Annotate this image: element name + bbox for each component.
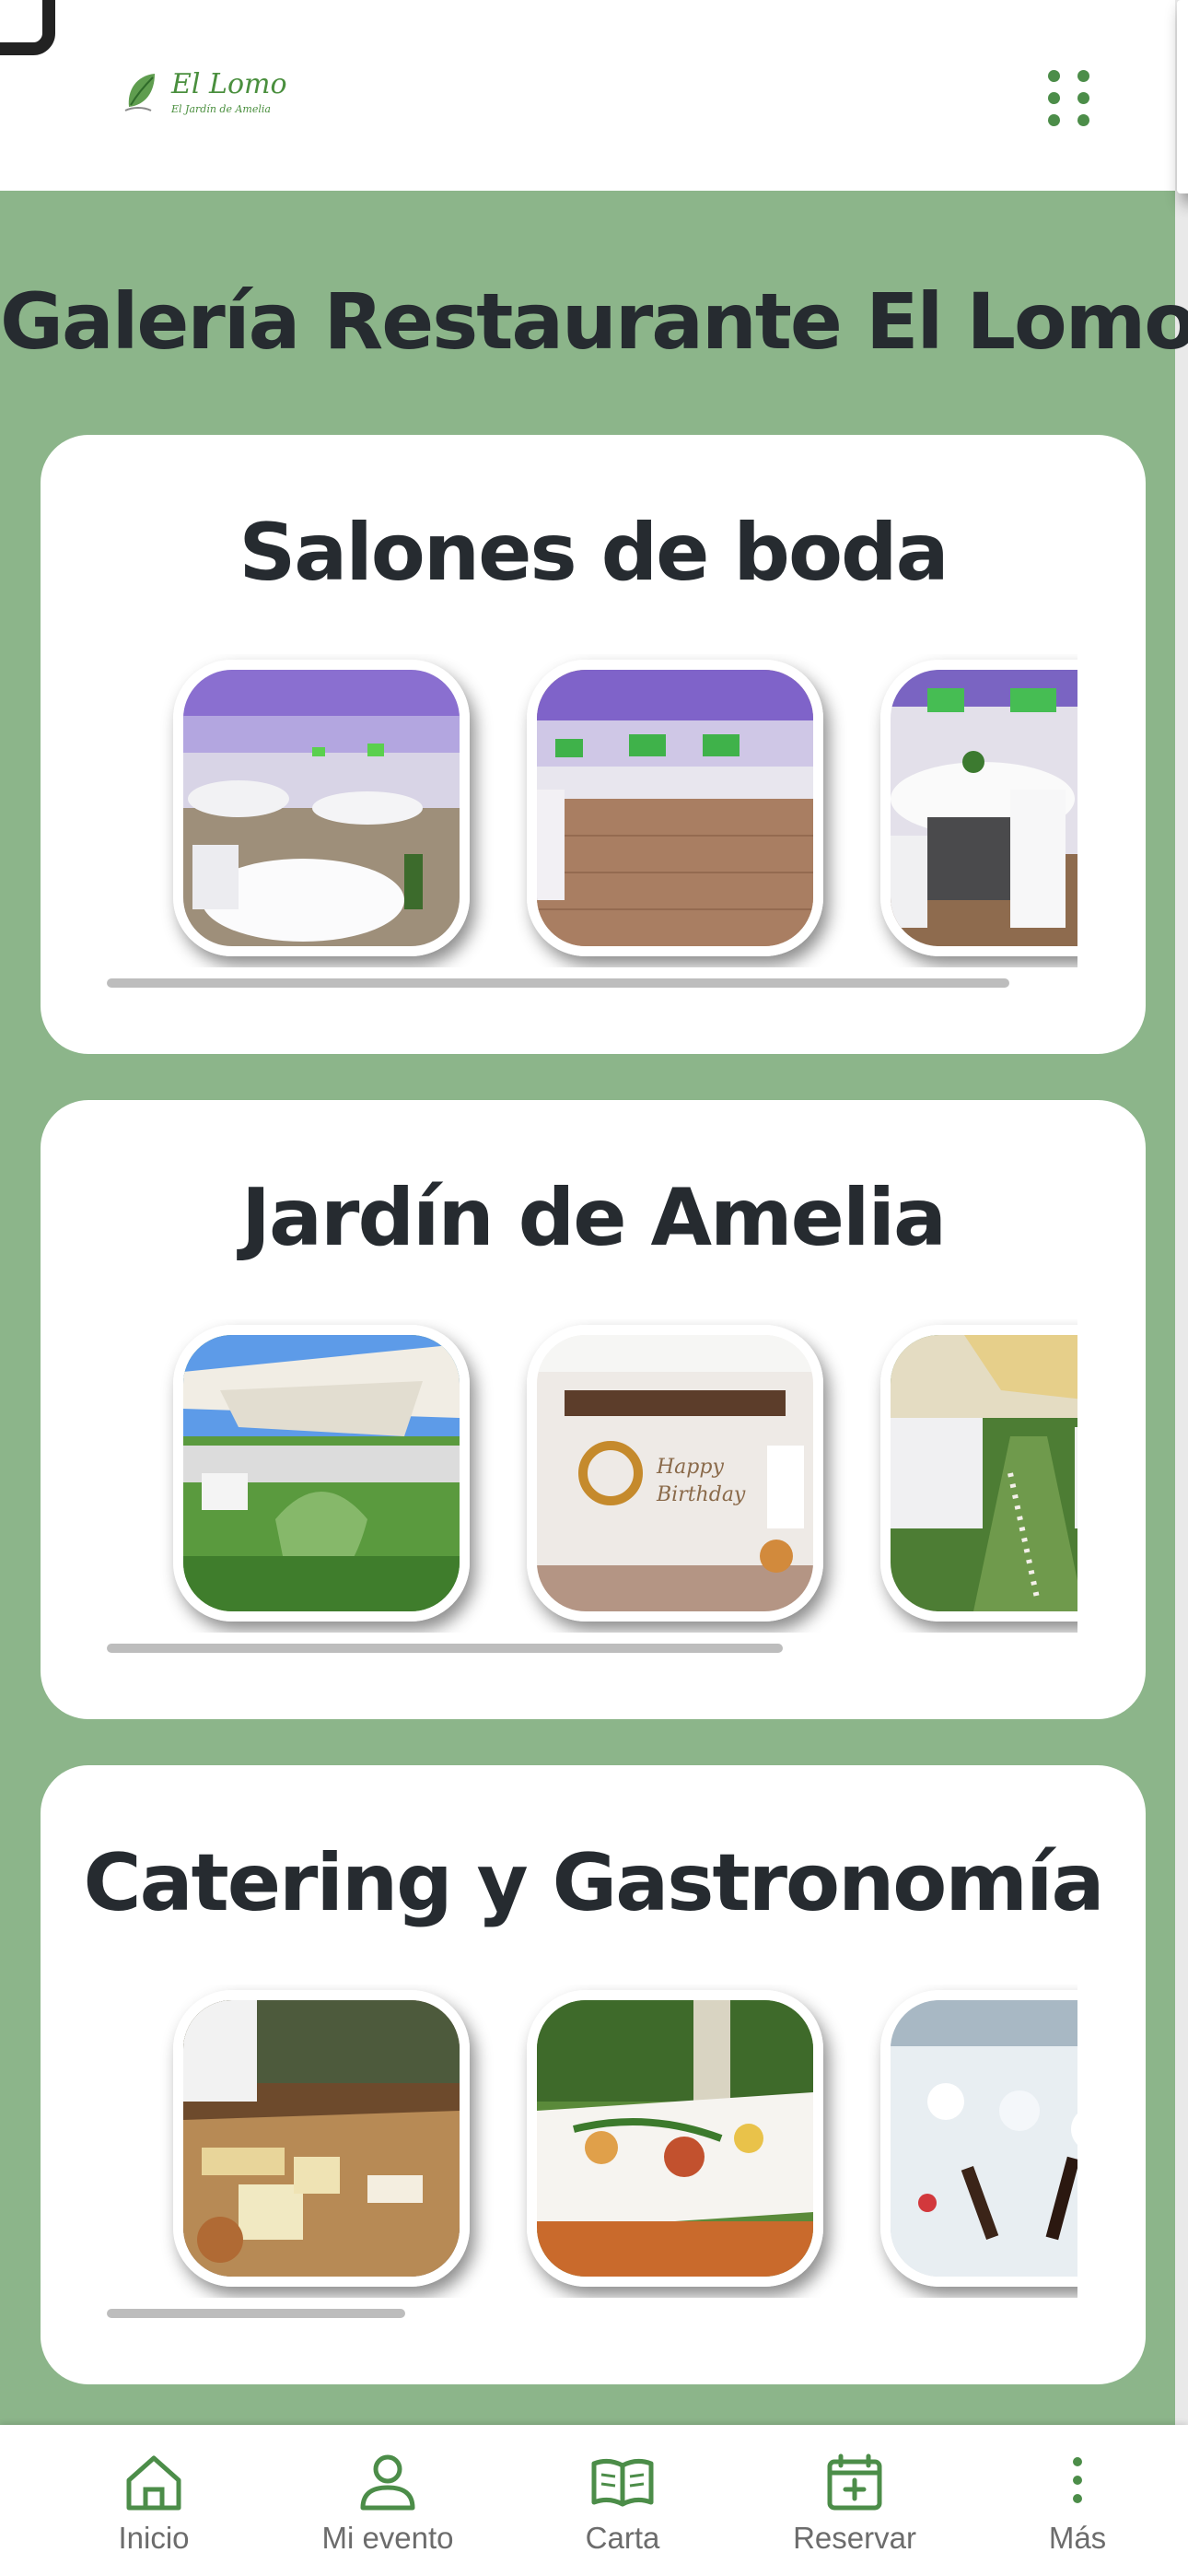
overlay-badge-icon: [0, 0, 55, 55]
cheese-board-photo[interactable]: [173, 1990, 470, 2287]
nav-item-mas[interactable]: Más: [985, 2453, 1170, 2563]
photo-carousel[interactable]: [129, 654, 1077, 967]
nav-item-carta[interactable]: Carta: [530, 2453, 715, 2563]
home-icon: [126, 2455, 181, 2511]
user-icon: [360, 2454, 415, 2511]
leaf-logo-icon: [124, 74, 155, 111]
birthday-wall-photo[interactable]: Happy Birthday: [527, 1325, 823, 1622]
calendar-plus-icon: [827, 2453, 882, 2511]
logo-subtitle: El Jardín de Amelia: [171, 103, 271, 115]
nav-item-mi-evento[interactable]: Mi evento: [296, 2453, 480, 2563]
brand-logo[interactable]: El Lomo El Jardín de Amelia: [123, 64, 287, 127]
carousel-scrollbar[interactable]: [107, 2309, 405, 2318]
carousel-scrollbar[interactable]: [107, 1644, 783, 1653]
book-icon: [591, 2458, 654, 2507]
gallery-title: Salones de boda: [239, 507, 949, 599]
photo-carousel[interactable]: Happy Birthday: [129, 1319, 1077, 1633]
grid-dots-icon[interactable]: [1042, 66, 1092, 127]
gallery-card-catering: Catering y Gastronomía: [41, 1765, 1146, 2384]
dance-floor-photo[interactable]: [527, 660, 823, 956]
nav-label: Mi evento: [321, 2521, 454, 2555]
ceremony-aisle-photo[interactable]: [880, 1325, 1077, 1622]
gallery-card-salones: Salones de boda: [41, 435, 1146, 1054]
nav-label: Inicio: [118, 2521, 190, 2555]
gallery-card-jardin: Jardín de Amelia Happy Birthday: [41, 1100, 1146, 1719]
gallery-title: Catering y Gastronomía: [83, 1837, 1104, 1929]
svg-text:Birthday: Birthday: [656, 1483, 746, 1506]
nav-item-inicio[interactable]: Inicio: [62, 2453, 246, 2563]
carousel-scrollbar[interactable]: [107, 978, 1009, 988]
more-vertical-icon: [1073, 2457, 1082, 2503]
nav-item-reservar[interactable]: Reservar: [763, 2453, 947, 2563]
bottom-nav: Inicio Mi evento Carta Reservar Más: [0, 2425, 1188, 2576]
garden-tables-photo[interactable]: [173, 1325, 470, 1622]
gallery-title: Jardín de Amelia: [241, 1172, 947, 1264]
page-scrollbar[interactable]: [1175, 0, 1188, 2478]
photo-carousel[interactable]: [129, 1985, 1077, 2298]
page-title: Galería Restaurante El Lomo: [0, 276, 1188, 367]
svg-text:Happy: Happy: [656, 1456, 724, 1479]
buffet-table-photo[interactable]: [527, 1990, 823, 2287]
logo-title: El Lomo: [171, 68, 287, 100]
drinks-ice-photo[interactable]: [880, 1990, 1077, 2287]
round-table-photo[interactable]: [880, 660, 1077, 956]
app-header: El Lomo El Jardín de Amelia: [0, 0, 1188, 191]
page-scrollbar-thumb[interactable]: [1177, 0, 1188, 193]
banquet-hall-photo[interactable]: [173, 660, 470, 956]
nav-label: Carta: [585, 2521, 660, 2555]
nav-label: Reservar: [793, 2521, 916, 2555]
nav-label: Más: [1048, 2521, 1107, 2555]
